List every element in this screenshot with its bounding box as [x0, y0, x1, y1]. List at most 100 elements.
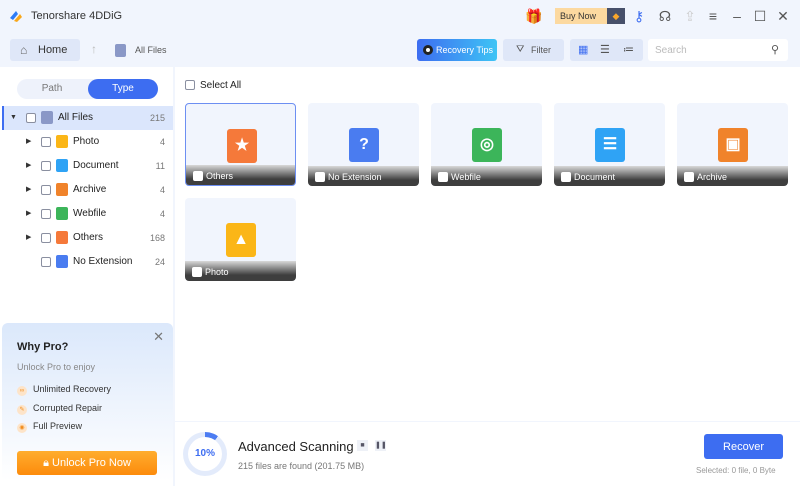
tree-item[interactable]: ▶ Webfile 4 [2, 202, 173, 226]
gift-icon[interactable]: 🎁 [525, 8, 542, 24]
card-footer: Archive [677, 166, 788, 186]
tree-item[interactable]: ▶ Archive 4 [2, 178, 173, 202]
filter-icon: ⛛ [516, 44, 525, 55]
tree-count: 215 [149, 113, 165, 123]
filter-label: Filter [531, 45, 551, 55]
checkbox[interactable] [684, 172, 694, 182]
infinity-icon: ∞ [17, 386, 27, 396]
expand-arrow-icon[interactable]: ▶ [26, 178, 31, 202]
recovery-tips-label: Recovery Tips [436, 45, 494, 55]
pro-subtitle: Unlock Pro to enjoy [17, 362, 96, 372]
up-arrow-icon[interactable]: ↑ [91, 42, 97, 56]
tree-item[interactable]: ▶ Photo 4 [2, 130, 173, 154]
recover-button[interactable]: Recover [704, 434, 783, 459]
card-label: Others [206, 171, 234, 181]
home-label: Home [38, 44, 68, 56]
select-all-label[interactable]: Select All [200, 80, 241, 91]
pause-button[interactable]: ❚❚ [375, 440, 387, 451]
tree-item[interactable]: No Extension 24 [2, 250, 173, 274]
buy-now-button[interactable]: Buy Now ◆ [555, 8, 625, 24]
checkbox[interactable] [41, 233, 51, 243]
tree-count: 4 [159, 185, 165, 195]
file-type-card[interactable]: ★ Others [185, 103, 296, 186]
share-icon[interactable]: ⇪ [682, 8, 698, 24]
checkbox[interactable] [315, 172, 325, 182]
stop-button[interactable]: ■ [357, 440, 368, 451]
headset-icon[interactable]: ☊ [657, 8, 673, 24]
filter-button[interactable]: ⛛ Filter [503, 39, 564, 61]
feature-item: ∞ Unlimited Recovery [17, 384, 111, 396]
expand-arrow-icon[interactable]: ▶ [26, 154, 31, 178]
file-type-card[interactable]: ☰ Document [554, 103, 665, 186]
unlock-pro-button[interactable]: 🔒︎ Unlock Pro Now [17, 451, 157, 475]
maximize-icon[interactable]: ☐ [752, 8, 768, 24]
file-type-icon: ▲ [226, 223, 256, 257]
feature-item: ✎ Corrupted Repair [17, 403, 102, 415]
all-files-icon [41, 111, 53, 124]
expand-arrow-icon[interactable]: ▶ [26, 226, 31, 250]
expand-arrow-icon[interactable]: ▶ [26, 130, 31, 154]
file-type-card[interactable]: ◎ Webfile [431, 103, 542, 186]
close-icon[interactable]: ✕ [153, 329, 164, 345]
card-footer: No Extension [308, 166, 419, 186]
tree-count: 24 [154, 257, 165, 267]
key-icon[interactable]: ⚷ [631, 8, 647, 24]
card-label: Document [574, 172, 616, 182]
wrench-icon: ✎ [17, 405, 27, 415]
minimize-icon[interactable]: – [729, 8, 745, 24]
webfile-icon [56, 207, 68, 220]
lock-icon: 🔒︎ [43, 457, 53, 469]
eye-icon: ◉ [17, 423, 27, 433]
checkbox[interactable] [41, 137, 51, 147]
document-icon [56, 159, 68, 172]
collapse-arrow-icon[interactable]: ▼ [10, 106, 17, 130]
scan-title: Advanced Scanning [238, 439, 354, 454]
selected-summary: Selected: 0 file, 0 Byte [696, 466, 776, 475]
tree-label: All Files [58, 112, 94, 123]
file-type-card[interactable]: ▲ Photo [185, 198, 296, 281]
tree-count: 4 [159, 209, 165, 219]
checkbox[interactable] [193, 171, 203, 181]
tree-label: Photo [73, 136, 100, 147]
recovery-tips-button[interactable]: Recovery Tips [417, 39, 497, 61]
checkbox[interactable] [41, 185, 51, 195]
checkbox[interactable] [438, 172, 448, 182]
file-type-card[interactable]: ▣ Archive [677, 103, 788, 186]
close-icon[interactable]: ✕ [775, 8, 791, 24]
detail-view-icon[interactable]: ≔ [623, 43, 634, 56]
tree-item[interactable]: ▶ Others 168 [2, 226, 173, 250]
file-type-icon: ? [349, 128, 379, 162]
unlock-pro-label: Unlock Pro Now [52, 457, 131, 469]
home-button[interactable]: ⌂ Home [10, 39, 80, 61]
checkbox[interactable] [41, 257, 51, 267]
card-label: Photo [205, 267, 229, 277]
card-label: Archive [697, 172, 728, 182]
checkbox[interactable] [26, 113, 36, 123]
scan-found-text: 215 files are found (201.75 MB) [238, 461, 365, 471]
checkbox[interactable] [192, 267, 202, 277]
checkbox[interactable] [41, 209, 51, 219]
card-footer: Document [554, 166, 665, 186]
app-title: Tenorshare 4DDiG [31, 10, 123, 22]
checkbox[interactable] [561, 172, 571, 182]
tab-type[interactable]: Type [88, 79, 158, 99]
expand-arrow-icon[interactable]: ▶ [26, 202, 31, 226]
file-type-card[interactable]: ? No Extension [308, 103, 419, 186]
tree-item-all-files[interactable]: ▼ All Files 215 [2, 106, 173, 130]
view-switcher: ▦ ☰ ≔ [570, 39, 643, 61]
tab-path[interactable]: Path [17, 79, 87, 99]
home-icon: ⌂ [20, 43, 28, 57]
search-input[interactable] [648, 39, 788, 61]
menu-icon[interactable]: ≡ [705, 8, 721, 24]
list-view-icon[interactable]: ☰ [600, 43, 610, 56]
checkbox[interactable] [41, 161, 51, 171]
tree-item[interactable]: ▶ Document 11 [2, 154, 173, 178]
grid-view-icon[interactable]: ▦ [578, 43, 588, 56]
breadcrumb[interactable]: All Files [135, 45, 167, 55]
scan-progress-ring: 10% [183, 432, 227, 476]
search-icon[interactable]: ⚲ [771, 43, 779, 56]
photo-icon [56, 135, 68, 148]
select-all-checkbox[interactable] [185, 80, 195, 90]
why-pro-panel: ✕ Why Pro? Unlock Pro to enjoy ∞ Unlimite… [2, 323, 173, 481]
archive-icon [56, 183, 68, 196]
